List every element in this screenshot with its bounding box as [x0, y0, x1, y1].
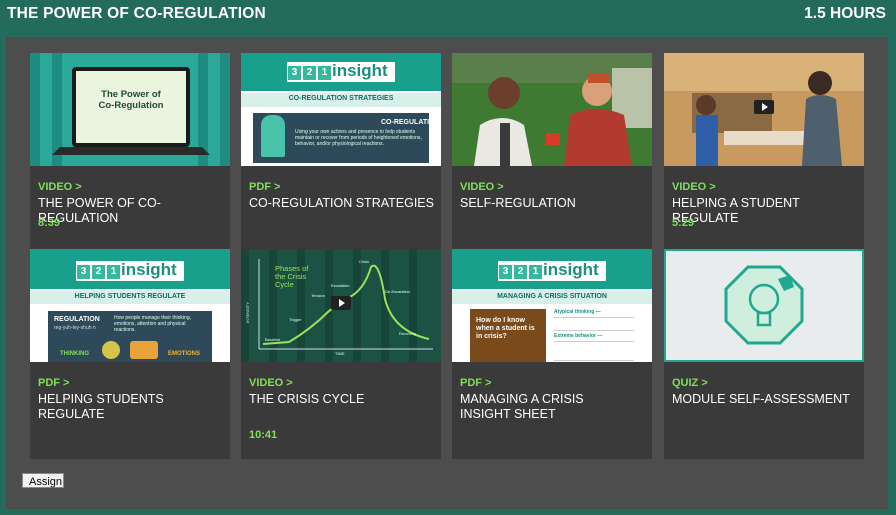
thumbnail-question: How do I know when a student is in crisi…: [476, 317, 535, 340]
logo-digit: 3: [288, 66, 301, 80]
card-self-regulation[interactable]: VIDEO > SELF-REGULATION: [452, 53, 652, 263]
page-title: THE POWER OF CO-REGULATION: [7, 5, 266, 22]
card-type-label[interactable]: VIDEO >: [460, 181, 504, 193]
card-title[interactable]: HELPING A STUDENT REGULATE: [672, 196, 860, 226]
card-title[interactable]: MODULE SELF-ASSESSMENT: [672, 392, 860, 407]
logo-word: insight: [332, 61, 388, 80]
card-managing-a-crisis[interactable]: 3 2 1 insight MANAGING A CRISIS SITUATION H…: [452, 249, 652, 459]
header-bar: THE POWER OF CO-REGULATION 1.5 HOURS: [0, 0, 896, 30]
thumbnail-label-emotions: EMOTIONS: [168, 351, 201, 357]
card-title[interactable]: HELPING STUDENTS REGULATE: [38, 392, 226, 422]
video-thumbnail[interactable]: [452, 53, 652, 166]
classroom-scene-image: [452, 53, 652, 166]
pdf-thumbnail[interactable]: 3 2 1 insight HELPING STUDENTS REGULATE REG…: [30, 249, 230, 362]
thumbnail-heading: CO-REGULATION STRATEGIES: [288, 95, 394, 102]
card-module-self-assessment[interactable]: QUIZ > MODULE SELF-ASSESSMENT: [664, 249, 864, 459]
card-title[interactable]: SELF-REGULATION: [460, 196, 648, 211]
card-type-label[interactable]: PDF >: [460, 377, 491, 389]
thumbnail-body: How people manage their thinking, emotio…: [114, 315, 191, 333]
quiz-thumbnail[interactable]: [664, 249, 864, 362]
card-helping-a-student-regulate[interactable]: VIDEO > HELPING A STUDENT REGULATE 5:29: [664, 53, 864, 263]
pdf-thumbnail[interactable]: 3 2 1 insight MANAGING A CRISIS SITUATION H…: [452, 249, 652, 362]
assign-button[interactable]: Assign: [22, 473, 64, 488]
logo-digit: 2: [92, 265, 105, 279]
phase-label: Trigger: [289, 317, 302, 322]
thumbnail-subheading: CO-REGULATION: [381, 119, 440, 126]
card-title[interactable]: THE CRISIS CYCLE: [249, 392, 437, 407]
thumbnail-label-thinking: THINKING: [60, 351, 89, 357]
phase-label: De-Escalation: [385, 289, 410, 294]
card-duration: 5:29: [672, 217, 695, 229]
logo-digit: 2: [303, 66, 316, 80]
phase-label: Tension: [311, 293, 325, 298]
thumbnail-text: The Power of Co-Regulation: [98, 89, 164, 111]
card-title[interactable]: MANAGING A CRISIS INSIGHT SHEET: [460, 392, 648, 422]
logo-word: insight: [121, 260, 177, 279]
module-panel: The Power of Co-Regulation VIDEO > THE P…: [6, 37, 888, 509]
play-icon[interactable]: [331, 296, 351, 310]
y-axis-label: INTENSITY: [245, 302, 250, 323]
video-thumbnail[interactable]: [664, 53, 864, 166]
insight-logo: 3 2 1 insight: [498, 261, 606, 281]
card-type-label[interactable]: VIDEO >: [38, 181, 82, 193]
phase-label: Recovery: [399, 331, 416, 336]
logo-digit: 2: [514, 265, 527, 279]
card-title[interactable]: THE POWER OF CO-REGULATION: [38, 196, 226, 226]
lightbulb-puzzle-icon: [724, 265, 804, 345]
card-type-label[interactable]: PDF >: [38, 377, 69, 389]
card-title[interactable]: CO-REGULATION STRATEGIES: [249, 196, 437, 211]
thumbnail-subheading: REGULATION: [54, 316, 100, 323]
card-power-of-co-regulation[interactable]: The Power of Co-Regulation VIDEO > THE P…: [30, 53, 230, 263]
thumbnail-heading: MANAGING A CRISIS SITUATION: [497, 293, 607, 300]
thumbnail-heading: HELPING STUDENTS REGULATE: [74, 293, 186, 300]
card-type-label[interactable]: PDF >: [249, 181, 280, 193]
video-thumbnail[interactable]: The Power of Co-Regulation: [30, 53, 230, 166]
logo-digit: 1: [107, 265, 120, 279]
thumbnail-subheading-2: Extreme behavior —: [554, 333, 603, 339]
x-axis-label: TIME: [335, 351, 345, 356]
thumbnail-body: Using your own actions and presence to h…: [295, 129, 422, 147]
card-the-crisis-cycle[interactable]: Phases of the Crisis Cycle Baseline Trig…: [241, 249, 441, 459]
card-co-regulation-strategies[interactable]: 3 2 1 insight CO-REGULATION STRATEGIES CO-R…: [241, 53, 441, 263]
brain-icon: [102, 341, 120, 359]
play-icon[interactable]: [754, 100, 774, 114]
card-type-label[interactable]: VIDEO >: [672, 181, 716, 193]
card-type-label[interactable]: VIDEO >: [249, 377, 293, 389]
chart-title: Phases of the Crisis Cycle: [275, 264, 309, 289]
thumbnail-subheading-1: Atypical thinking —: [554, 309, 601, 315]
card-type-label[interactable]: QUIZ >: [672, 377, 708, 389]
phase-label: Baseline: [265, 337, 281, 342]
logo-digit: 1: [529, 265, 542, 279]
logo-digit: 1: [318, 66, 331, 80]
emotion-faces-icon: [130, 341, 158, 359]
card-duration: 10:41: [249, 429, 278, 441]
insight-logo: 3 2 1 insight: [287, 62, 395, 82]
logo-word: insight: [543, 260, 599, 279]
video-thumbnail[interactable]: Phases of the Crisis Cycle Baseline Trig…: [241, 249, 441, 362]
thumbnail-phonetic: reg-yuh-ley-shuh n: [54, 325, 96, 331]
logo-digit: 3: [499, 265, 512, 279]
card-helping-students-regulate[interactable]: 3 2 1 insight HELPING STUDENTS REGULATE REG…: [30, 249, 230, 459]
module-duration: 1.5 HOURS: [804, 5, 886, 22]
logo-digit: 3: [77, 265, 90, 279]
card-duration: 8:39: [38, 217, 61, 229]
pdf-thumbnail[interactable]: 3 2 1 insight CO-REGULATION STRATEGIES CO-R…: [241, 53, 441, 166]
insight-logo: 3 2 1 insight: [76, 261, 184, 281]
phase-label: Crisis: [359, 259, 369, 264]
phase-label: Escalation: [331, 283, 350, 288]
